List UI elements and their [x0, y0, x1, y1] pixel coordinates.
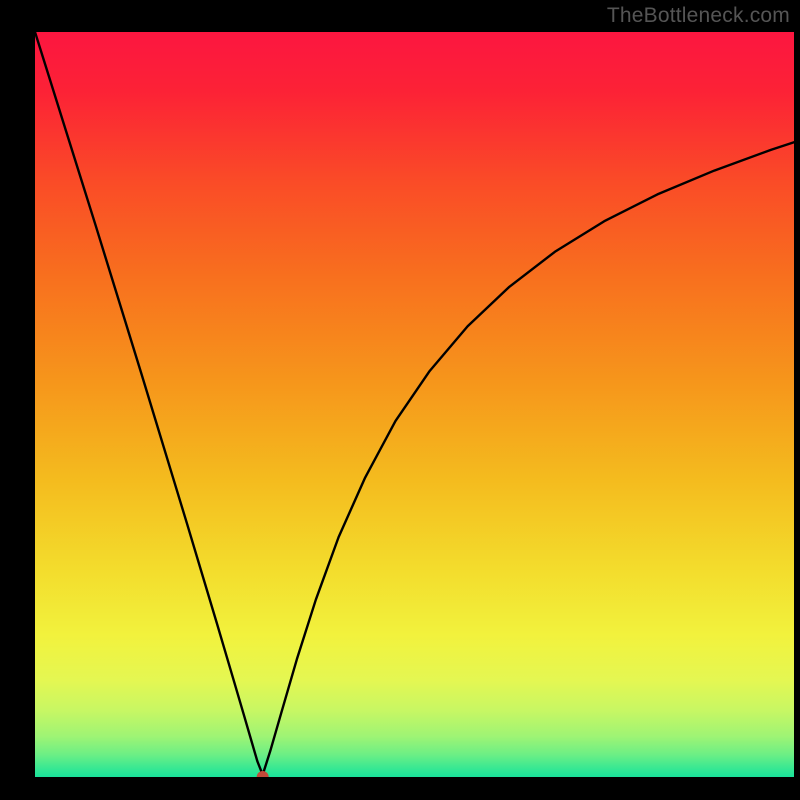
chart-frame: TheBottleneck.com	[0, 0, 800, 800]
plot-area	[35, 32, 794, 777]
chart-svg	[35, 32, 794, 777]
gradient-background	[35, 32, 794, 777]
watermark-label: TheBottleneck.com	[607, 4, 790, 28]
